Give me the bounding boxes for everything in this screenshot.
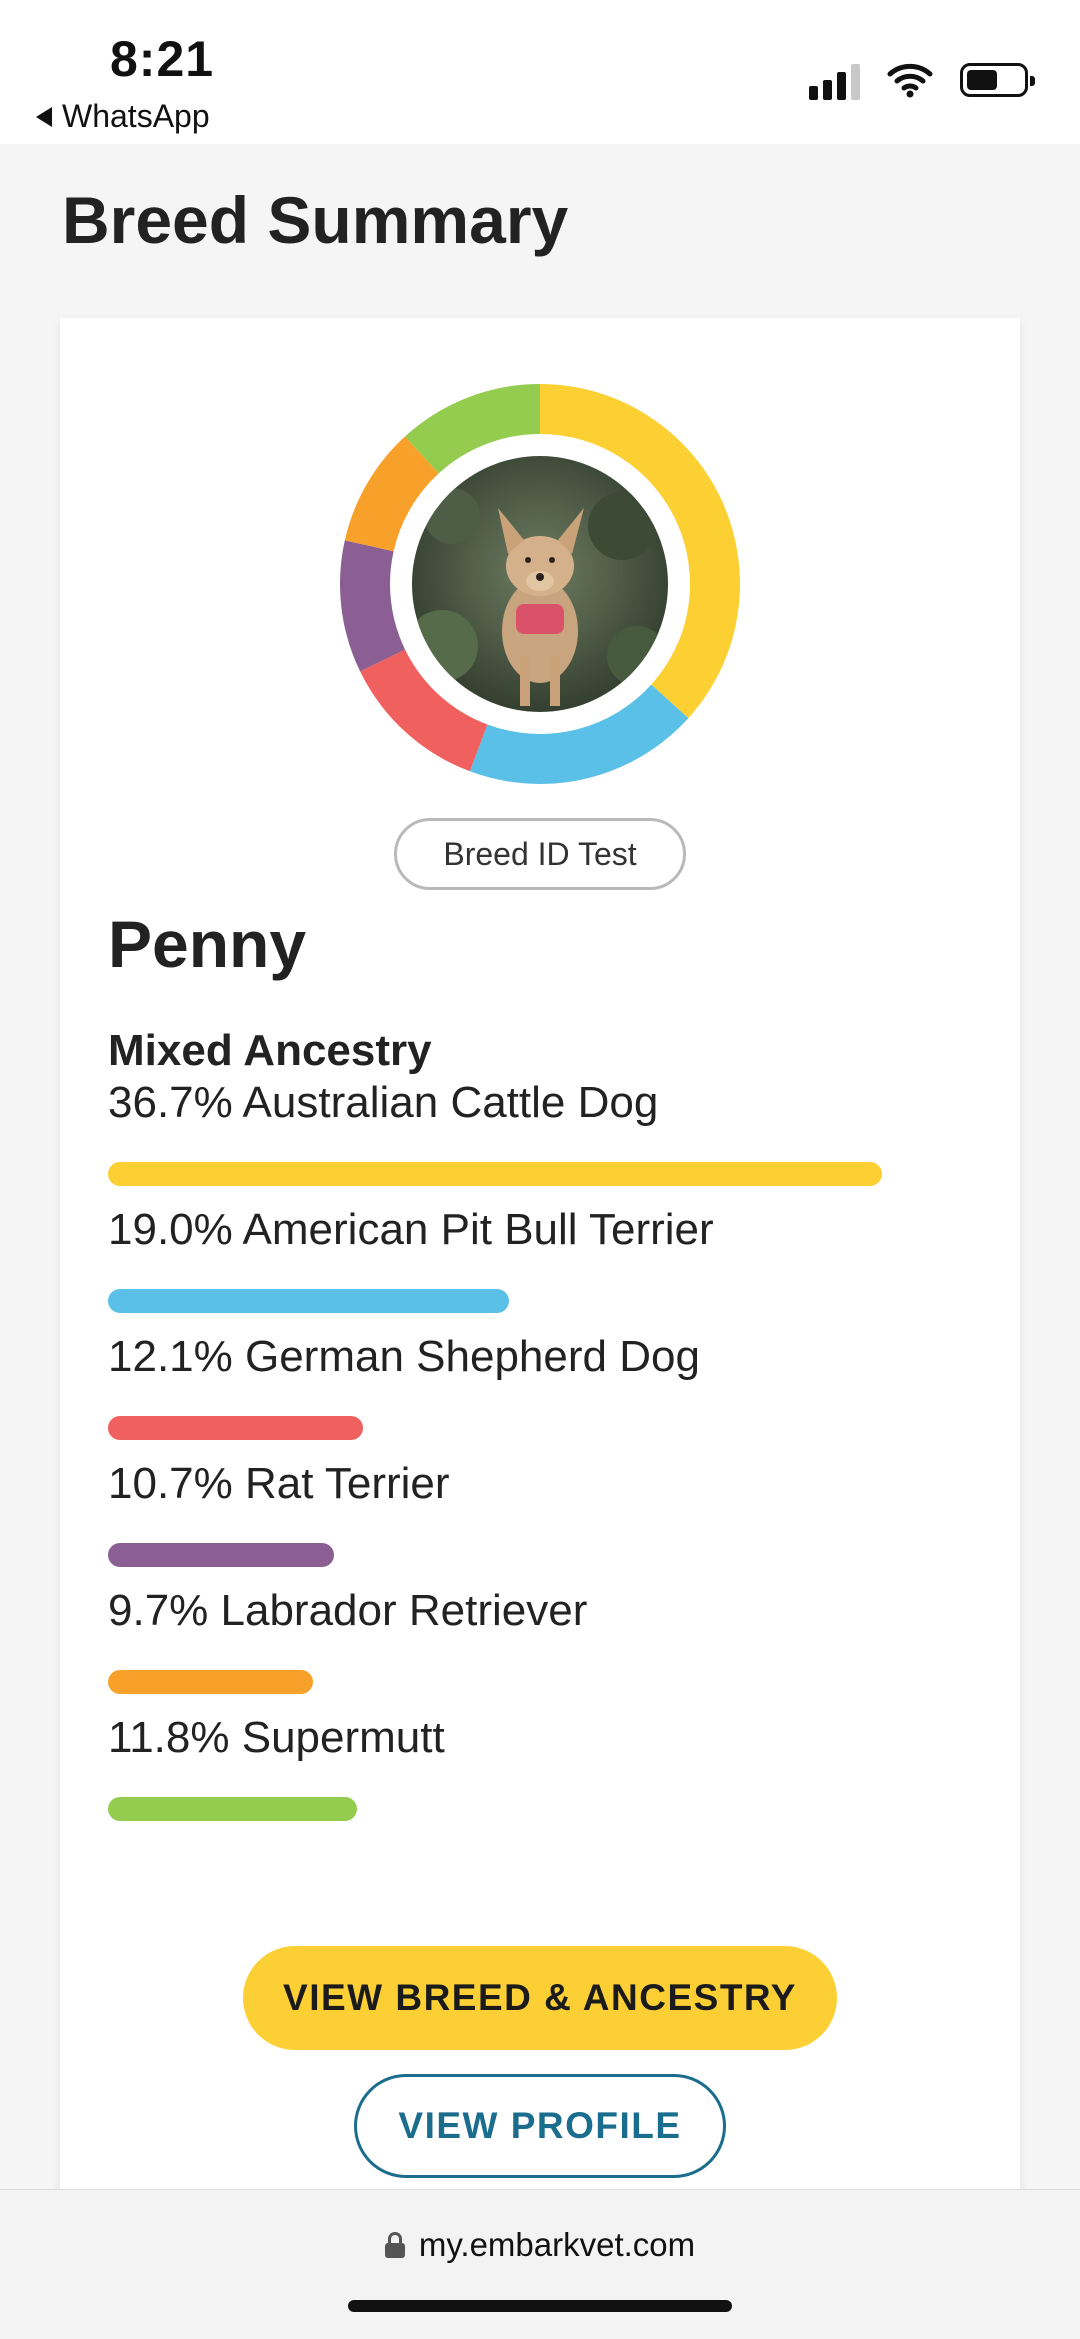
dog-photo: [412, 456, 668, 712]
breed-percent-bar: [108, 1416, 363, 1440]
breed-label: 9.7% Labrador Retriever: [108, 1586, 588, 1635]
back-arrow-icon: [36, 106, 52, 127]
url-display[interactable]: my.embarkvet.com: [0, 2226, 1080, 2264]
breed-label: 11.8% Supermutt: [108, 1713, 445, 1762]
url-text: my.embarkvet.com: [418, 2226, 696, 2263]
ancestry-heading: Mixed Ancestry: [108, 1026, 432, 1075]
test-type-badge: Breed ID Test: [394, 818, 686, 890]
donut-segment: [404, 384, 541, 474]
breed-row: 10.7% Rat Terrier: [108, 1459, 928, 1586]
cellular-signal-icon: [809, 60, 860, 100]
view-profile-button[interactable]: VIEW PROFILE: [354, 2074, 726, 2178]
breed-label: 10.7% Rat Terrier: [108, 1459, 450, 1508]
breed-row: 12.1% German Shepherd Dog: [108, 1332, 928, 1459]
page-title: Breed Summary: [62, 183, 569, 257]
ancestry-donut-chart: [340, 384, 740, 784]
dog-name: Penny: [108, 907, 307, 981]
status-time: 8:21: [110, 31, 215, 87]
breed-row: 36.7% Australian Cattle Dog: [108, 1078, 928, 1205]
breed-percent-bar: [108, 1289, 509, 1313]
donut-segment: [340, 540, 406, 672]
breed-row: 9.7% Labrador Retriever: [108, 1586, 928, 1713]
status-icons: [809, 60, 1035, 100]
breed-row: 11.8% Supermutt: [108, 1713, 928, 1840]
breed-label: 36.7% Australian Cattle Dog: [108, 1078, 659, 1127]
lock-icon: [384, 2232, 405, 2258]
breed-percent-bar: [108, 1162, 882, 1186]
breed-percent-bar: [108, 1797, 357, 1821]
back-to-app-link[interactable]: WhatsApp: [36, 98, 210, 135]
status-bar: 8:21 WhatsApp: [0, 0, 1080, 144]
home-indicator: [348, 2300, 732, 2312]
breed-label: 19.0% American Pit Bull Terrier: [108, 1205, 714, 1254]
breed-label: 12.1% German Shepherd Dog: [108, 1332, 700, 1381]
breed-summary-card: Breed ID Test Penny Mixed Ancestry 36.7%…: [60, 318, 1020, 2218]
breed-percent-bar: [108, 1543, 334, 1567]
page-content: Breed Summary Breed ID Test Penny Mixed …: [0, 144, 1080, 2218]
back-app-label: WhatsApp: [62, 98, 210, 134]
breed-percent-bar: [108, 1670, 313, 1694]
view-breed-ancestry-button[interactable]: VIEW BREED & ANCESTRY: [243, 1946, 837, 2050]
breed-row: 19.0% American Pit Bull Terrier: [108, 1205, 928, 1332]
battery-icon: [960, 63, 1035, 97]
browser-url-bar[interactable]: my.embarkvet.com: [0, 2189, 1080, 2339]
wifi-icon: [887, 63, 933, 98]
